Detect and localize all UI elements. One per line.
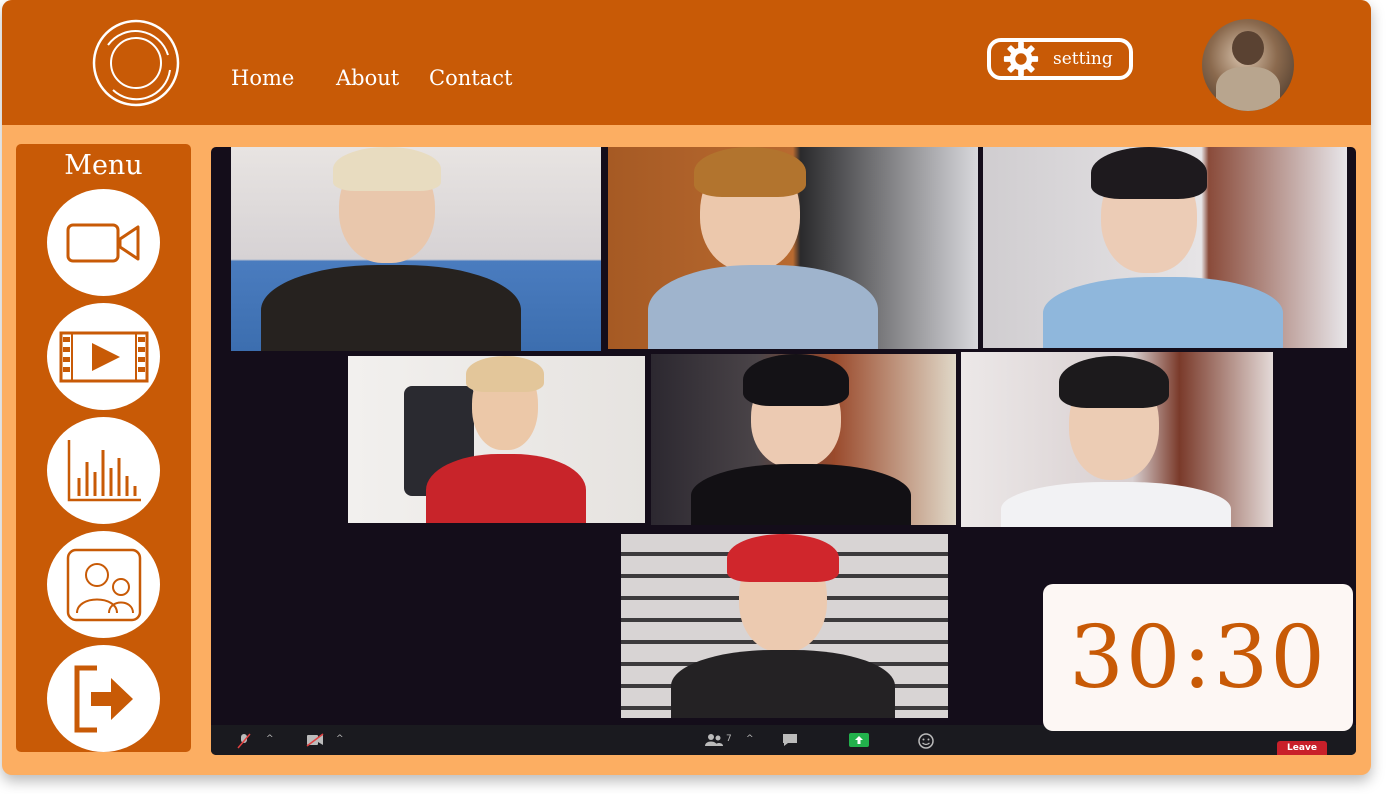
setting-button[interactable]: setting (987, 38, 1133, 80)
menu-title: Menu (64, 150, 143, 181)
stop-video-icon[interactable] (306, 733, 324, 747)
participants-icon[interactable] (705, 733, 723, 747)
logo-icon (92, 19, 180, 107)
menu-item-video[interactable] (47, 189, 160, 296)
mute-options-caret[interactable]: ^ (266, 734, 274, 744)
exit-icon (74, 665, 133, 732)
video-tile-1[interactable] (231, 147, 601, 351)
nav-home[interactable]: Home (231, 66, 294, 90)
participants-options-caret[interactable]: ^ (746, 734, 754, 744)
video-tile-7[interactable] (621, 534, 948, 718)
video-options-caret[interactable]: ^ (336, 734, 344, 744)
nav-contact[interactable]: Contact (429, 66, 512, 90)
menu-item-users[interactable] (47, 531, 160, 638)
menu-item-media[interactable] (47, 303, 160, 410)
bar-chart-icon (67, 439, 141, 501)
sidebar-menu: Menu (16, 144, 191, 752)
video-camera-icon (66, 223, 139, 262)
app-window: Home About Contact setting Menu ^ ^ 7 ^ … (2, 0, 1371, 775)
video-tile-6[interactable] (961, 352, 1273, 527)
menu-item-stats[interactable] (47, 417, 160, 524)
nav-about[interactable]: About (336, 66, 399, 90)
participants-count: 7 (726, 734, 732, 744)
setting-label: setting (1053, 49, 1113, 69)
video-tile-3[interactable] (983, 147, 1347, 348)
video-tile-5[interactable] (651, 354, 956, 525)
video-tile-2[interactable] (608, 147, 978, 349)
gear-icon (1003, 41, 1039, 77)
share-screen-icon[interactable] (849, 733, 869, 747)
top-bar: Home About Contact setting (2, 0, 1371, 125)
menu-item-exit[interactable] (47, 645, 160, 752)
avatar[interactable] (1202, 19, 1294, 111)
mute-icon[interactable] (237, 733, 251, 749)
users-icon (66, 548, 141, 621)
reactions-icon[interactable] (918, 733, 934, 749)
film-play-icon (59, 331, 148, 382)
chat-icon[interactable] (782, 733, 798, 747)
call-timer: 30:30 (1043, 584, 1353, 731)
video-tile-4[interactable] (348, 356, 645, 523)
leave-button[interactable]: Leave (1277, 741, 1327, 755)
